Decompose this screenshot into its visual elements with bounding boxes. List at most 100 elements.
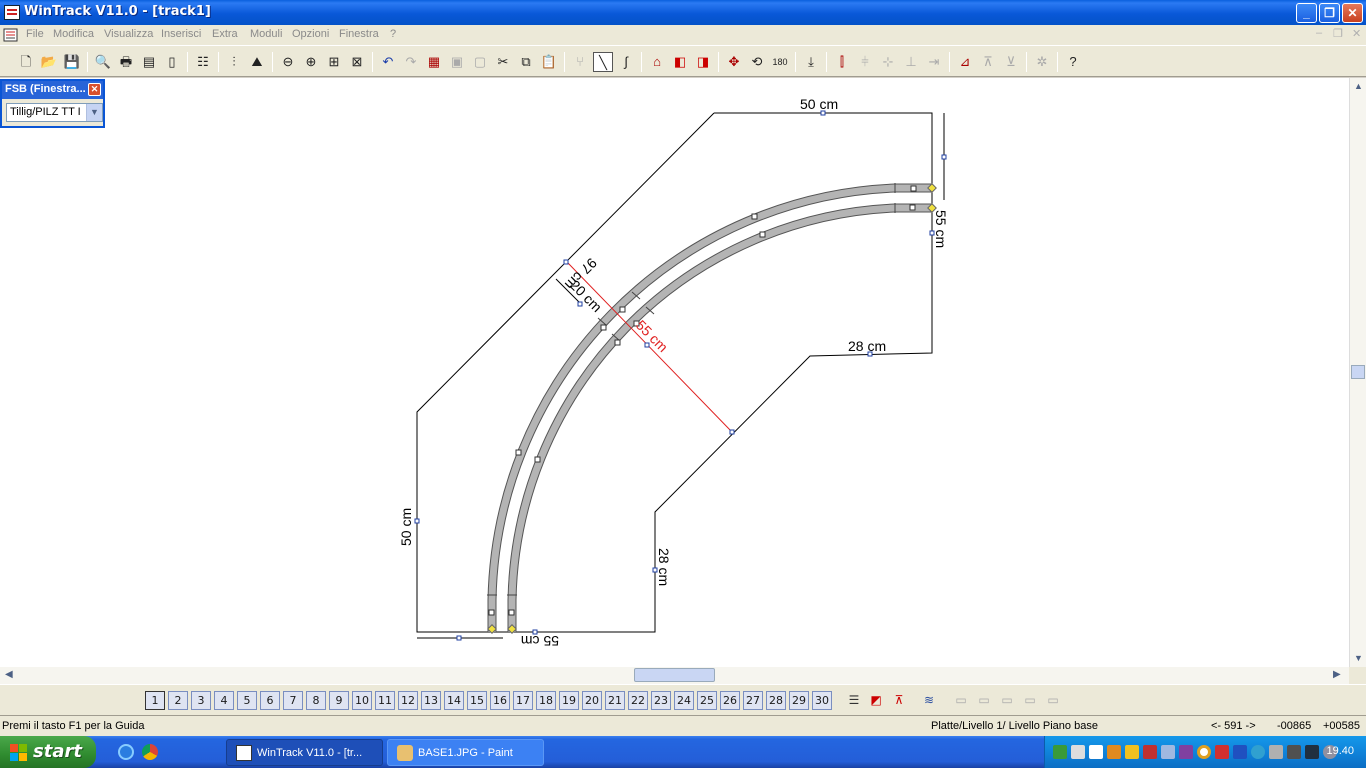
layer-button-28[interactable]: 28: [766, 691, 786, 710]
redo-icon[interactable]: ↷: [401, 52, 421, 72]
level-5-icon[interactable]: ▭: [1044, 693, 1062, 709]
elevation-icon[interactable]: ⊻: [1001, 52, 1021, 72]
layer-button-10[interactable]: 10: [352, 691, 372, 710]
tray-app-icon-1[interactable]: [1053, 745, 1067, 759]
fsb-close-icon[interactable]: ✕: [88, 83, 101, 96]
layer-button-11[interactable]: 11: [375, 691, 395, 710]
start-button[interactable]: start: [0, 736, 96, 768]
scroll-up-icon[interactable]: ▲: [1353, 81, 1364, 92]
ungroup-icon[interactable]: ▢: [470, 52, 490, 72]
dim-bottom-right-label[interactable]: 28 cm: [656, 548, 672, 586]
dim-left-label[interactable]: 50 cm: [398, 508, 414, 546]
height-icon[interactable]: ⊿: [955, 52, 975, 72]
menu-inserisci[interactable]: Inserisci: [161, 28, 201, 40]
bluetooth-icon[interactable]: [1233, 745, 1247, 759]
track-outer[interactable]: [487, 183, 932, 632]
print-setup-icon[interactable]: ▤: [139, 52, 159, 72]
split-icon[interactable]: ⫿: [832, 52, 852, 72]
mdi-restore-icon[interactable]: ❐: [1333, 27, 1343, 40]
group-icon[interactable]: ▣: [447, 52, 467, 72]
connect-icon[interactable]: ⤓: [801, 52, 821, 72]
properties-icon[interactable]: ▦: [424, 52, 444, 72]
menu-moduli[interactable]: Moduli: [250, 28, 282, 40]
task-wintrack[interactable]: WinTrack V11.0 - [tr...: [226, 739, 383, 766]
layer-button-26[interactable]: 26: [720, 691, 740, 710]
shield-icon[interactable]: [1125, 745, 1139, 759]
tray-app-icon-9[interactable]: [1197, 745, 1211, 759]
dim-right-upper-label[interactable]: 55 cm: [933, 210, 949, 248]
dim-top-label[interactable]: 50 cm: [800, 96, 838, 112]
layer-button-17[interactable]: 17: [513, 691, 533, 710]
track-plan[interactable]: 50 cm 55 cm 28 cm 97 cm 20 cm 55 cm 50 c…: [0, 78, 1349, 667]
tray-app-icon-8[interactable]: [1179, 745, 1193, 759]
tray-app-icon-6[interactable]: [1143, 745, 1157, 759]
print-icon[interactable]: 🖶: [116, 52, 136, 72]
clock[interactable]: 19.40: [1326, 745, 1354, 757]
parameters-icon[interactable]: ⫶: [224, 52, 244, 72]
horizontal-scrollbar[interactable]: ◀ ▶: [0, 667, 1349, 684]
layer-button-24[interactable]: 24: [674, 691, 694, 710]
rotate-icon[interactable]: ⟲: [747, 52, 767, 72]
rotate-180-icon[interactable]: 180: [770, 52, 790, 72]
dim-right-lower-label[interactable]: 28 cm: [848, 338, 886, 354]
scroll-right-icon[interactable]: ▶: [1333, 669, 1341, 680]
layer-button-27[interactable]: 27: [743, 691, 763, 710]
volume-icon[interactable]: [1161, 745, 1175, 759]
chrome-icon[interactable]: [142, 744, 158, 760]
layer-button-23[interactable]: 23: [651, 691, 671, 710]
layer-button-12[interactable]: 12: [398, 691, 418, 710]
copy-icon[interactable]: ⧉: [516, 52, 536, 72]
slope-icon[interactable]: ⊼: [978, 52, 998, 72]
layer-button-20[interactable]: 20: [582, 691, 602, 710]
open-folder-icon[interactable]: 📂: [39, 52, 59, 72]
flex-track-icon[interactable]: ∫: [616, 52, 636, 72]
join-track-icon[interactable]: ⊹: [878, 52, 898, 72]
switch-track-icon[interactable]: ⑂: [570, 52, 590, 72]
restore-button[interactable]: ❐: [1319, 3, 1340, 23]
layer-button-15[interactable]: 15: [467, 691, 487, 710]
layer-button-2[interactable]: 2: [168, 691, 188, 710]
tray-app-icon-13[interactable]: [1269, 745, 1283, 759]
settings-icon[interactable]: ✲: [1032, 52, 1052, 72]
paste-icon[interactable]: 📋: [539, 52, 559, 72]
print-list-icon[interactable]: ▯: [162, 52, 182, 72]
library-icon[interactable]: ☷: [193, 52, 213, 72]
tray-app-icon-2[interactable]: [1071, 745, 1085, 759]
zoom-all-icon[interactable]: ⊠: [347, 52, 367, 72]
layer-button-9[interactable]: 9: [329, 691, 349, 710]
layer-button-3[interactable]: 3: [191, 691, 211, 710]
layer-button-25[interactable]: 25: [697, 691, 717, 710]
layer-button-16[interactable]: 16: [490, 691, 510, 710]
mdi-close-icon[interactable]: ✕: [1352, 27, 1361, 40]
wintrack-app-icon[interactable]: [4, 5, 20, 20]
tray-app-icon-3[interactable]: [1089, 745, 1103, 759]
tray-app-icon-14[interactable]: [1287, 745, 1301, 759]
layers-icon[interactable]: ☰: [845, 693, 863, 709]
mdi-minimize-icon[interactable]: –: [1316, 27, 1322, 39]
save-icon[interactable]: 💾: [62, 52, 82, 72]
level-1-icon[interactable]: ▭: [952, 693, 970, 709]
tray-app-icon-4[interactable]: [1107, 745, 1121, 759]
zoom-window-icon[interactable]: ⊞: [324, 52, 344, 72]
layer-button-29[interactable]: 29: [789, 691, 809, 710]
track-connectors[interactable]: [487, 183, 937, 634]
layer-stack-icon[interactable]: ≋: [920, 693, 938, 709]
drawing-canvas[interactable]: 50 cm 55 cm 28 cm 97 cm 20 cm 55 cm 50 c…: [0, 78, 1349, 667]
new-file-icon[interactable]: 🗋: [16, 52, 36, 72]
menu-visualizza[interactable]: Visualizza: [104, 28, 153, 40]
context-help-icon[interactable]: ?: [1063, 52, 1083, 72]
baseboard-icon[interactable]: ⌂: [647, 52, 667, 72]
menu-finestra[interactable]: Finestra: [339, 28, 379, 40]
menu-extra[interactable]: Extra: [212, 28, 238, 40]
vertical-scroll-thumb[interactable]: [1351, 365, 1365, 379]
cut-icon[interactable]: ✂: [493, 52, 513, 72]
minimize-button[interactable]: _: [1296, 3, 1317, 23]
horizontal-scroll-thumb[interactable]: [634, 668, 715, 682]
level-3-icon[interactable]: ▭: [998, 693, 1016, 709]
layer-remove-icon[interactable]: ⊼: [890, 693, 908, 709]
extend-icon[interactable]: ⇥: [924, 52, 944, 72]
landscape-icon[interactable]: ⛰: [247, 52, 267, 72]
layer-button-14[interactable]: 14: [444, 691, 464, 710]
close-button[interactable]: ✕: [1342, 3, 1363, 23]
track-system-select[interactable]: Tillig/PILZ TT I ▼: [6, 103, 103, 122]
